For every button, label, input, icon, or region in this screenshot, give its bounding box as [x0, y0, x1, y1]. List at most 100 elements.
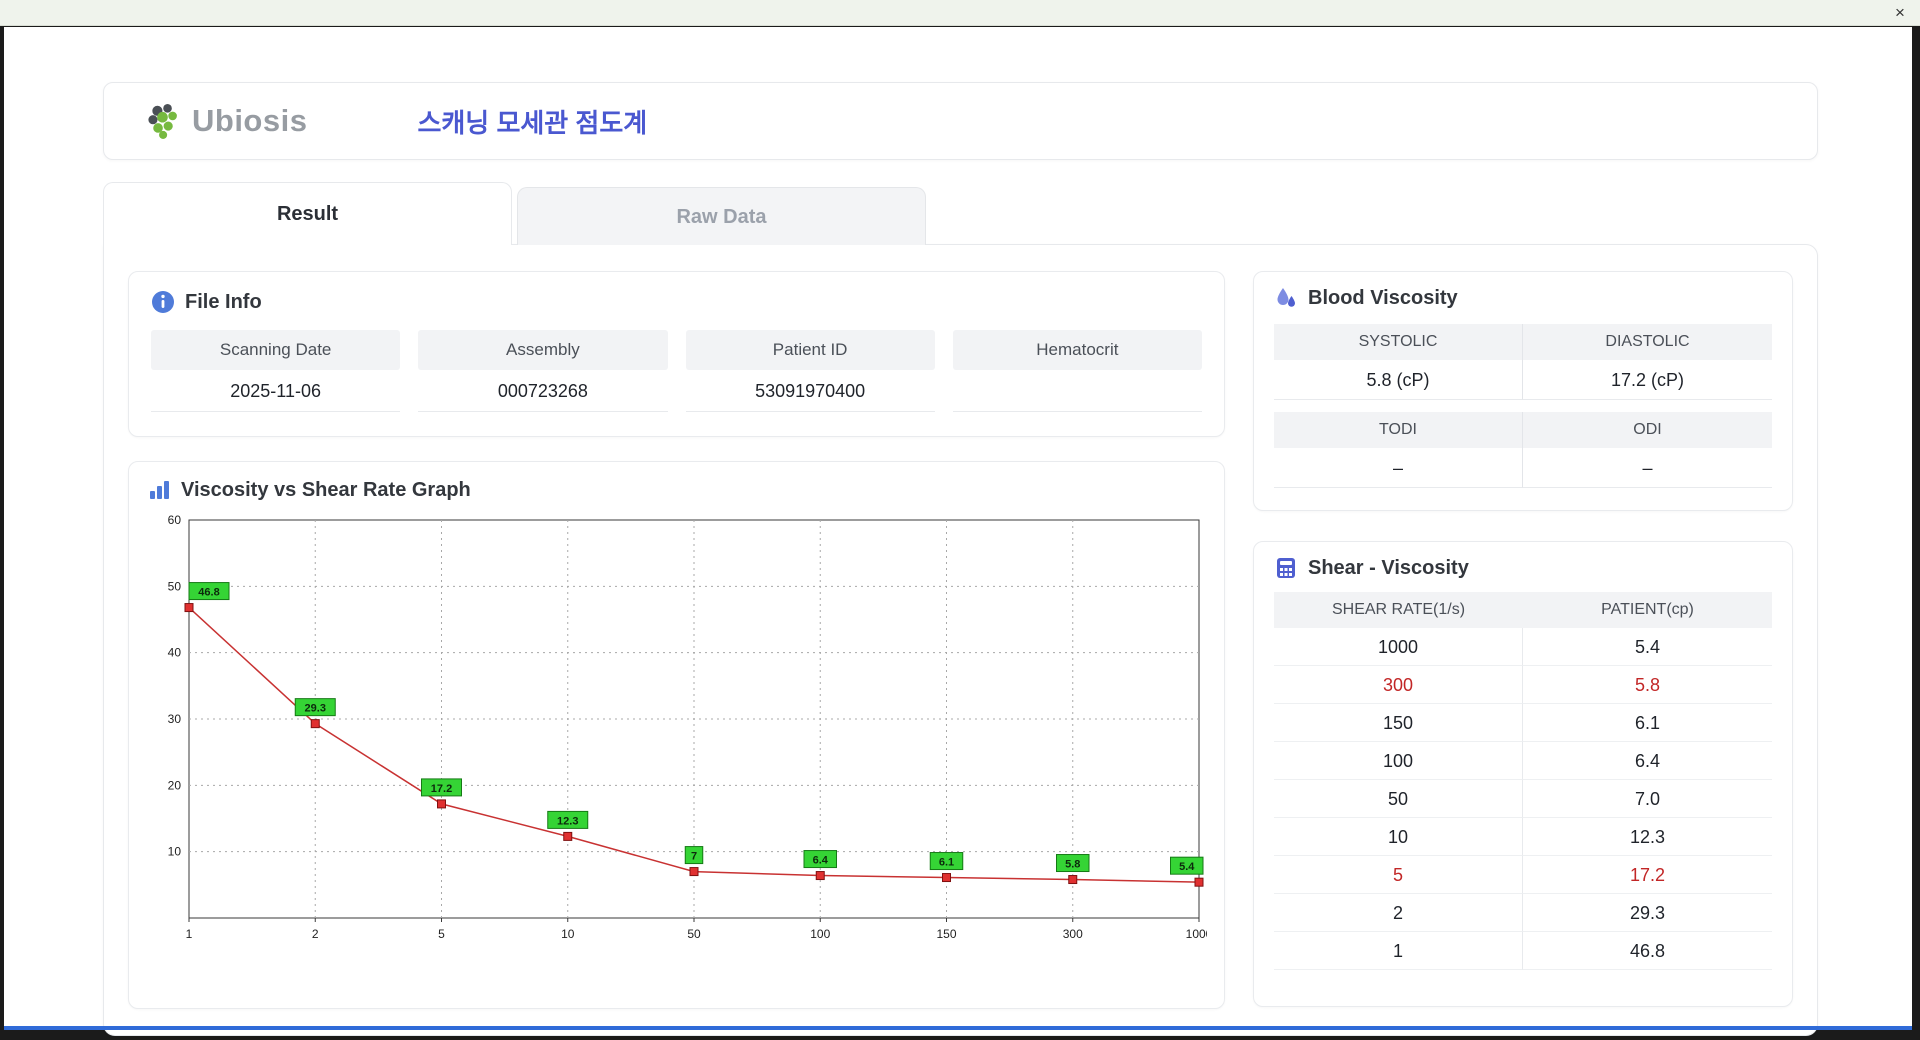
- tab-bar: Result Raw Data: [103, 182, 926, 247]
- blood-viscosity-grid: SYSTOLIC DIASTOLIC 5.8 (cP) 17.2 (cP) TO…: [1274, 324, 1772, 488]
- shear-viscosity-title: Shear - Viscosity: [1308, 556, 1469, 579]
- window-titlebar: ×: [0, 0, 1920, 26]
- file-info-field: Patient ID 53091970400: [685, 330, 935, 412]
- svg-text:10: 10: [168, 845, 182, 859]
- shear-rate-cell: 1000: [1274, 628, 1523, 666]
- svg-text:60: 60: [168, 513, 182, 527]
- col-shear-rate: SHEAR RATE(1/s): [1274, 592, 1523, 628]
- patient-cp-cell: 6.4: [1523, 742, 1772, 780]
- ubiosis-logo: Ubiosis: [146, 102, 307, 140]
- svg-text:5.4: 5.4: [1179, 861, 1195, 873]
- table-row: 1000 5.4: [1274, 628, 1772, 666]
- blood-viscosity-title: Blood Viscosity: [1308, 286, 1458, 309]
- svg-text:7: 7: [691, 851, 697, 863]
- window-bottom-accent: [4, 1026, 1912, 1030]
- systolic-value: 5.8 (cP): [1274, 360, 1523, 400]
- viscosity-chart: 10 20 30 40 50 60 1 2 5 10 50 100 150 300 1000 46.8 29.3…: [168, 513, 1213, 941]
- graph-panel: Viscosity vs Shear Rate Graph 10 20 30 40 50…: [128, 461, 1225, 1009]
- file-info-field: Scanning Date 2025-11-06: [151, 330, 401, 412]
- file-info-title: File Info: [185, 290, 262, 313]
- patient-cp-cell: 7.0: [1523, 780, 1772, 818]
- svg-text:1: 1: [186, 927, 193, 941]
- droplet-icon: [1274, 286, 1298, 310]
- svg-text:300: 300: [1063, 927, 1083, 941]
- app-window: Ubiosis 스캐닝 모세관 점도계 Result Raw Data File…: [4, 27, 1912, 1036]
- svg-text:2: 2: [312, 927, 319, 941]
- brand-name: Ubiosis: [192, 103, 308, 138]
- patient-cp-cell: 12.3: [1523, 818, 1772, 856]
- field-value: [952, 370, 1202, 412]
- file-info-field: Hematocrit: [952, 330, 1202, 412]
- graph-title: Viscosity vs Shear Rate Graph: [181, 478, 471, 501]
- field-value: 000723268: [418, 370, 668, 412]
- table-row: 10 12.3: [1274, 818, 1772, 856]
- shear-table-body: 1000 5.4 300 5.8 150 6.1 100 6.4 50 7.0 10 12.3 5 17.…: [1274, 628, 1772, 970]
- tab-raw-data[interactable]: Raw Data: [517, 187, 926, 245]
- field-label: Scanning Date: [151, 330, 401, 370]
- svg-text:150: 150: [936, 927, 956, 941]
- svg-text:40: 40: [168, 646, 182, 660]
- tab-result[interactable]: Result: [103, 182, 512, 247]
- shear-rate-cell: 50: [1274, 780, 1523, 818]
- patient-cp-cell: 17.2: [1523, 856, 1772, 894]
- file-info-fields: Scanning Date 2025-11-06 Assembly 000723268…: [151, 330, 1202, 412]
- info-icon: [151, 290, 175, 314]
- table-row: 100 6.4: [1274, 742, 1772, 780]
- grape-cluster-icon: [146, 102, 184, 140]
- table-row: 1 46.8: [1274, 932, 1772, 970]
- field-value: 53091970400: [685, 370, 935, 412]
- svg-text:5: 5: [438, 927, 445, 941]
- app-title: 스캐닝 모세관 점도계: [417, 107, 648, 138]
- table-row: 150 6.1: [1274, 704, 1772, 742]
- header-card: Ubiosis 스캐닝 모세관 점도계: [103, 82, 1818, 160]
- shear-viscosity-panel: Shear - Viscosity SHEAR RATE(1/s) PATIEN…: [1253, 541, 1793, 1007]
- svg-text:29.3: 29.3: [305, 703, 326, 715]
- patient-cp-cell: 6.1: [1523, 704, 1772, 742]
- window-close-button[interactable]: ×: [1888, 1, 1912, 25]
- svg-text:30: 30: [168, 712, 182, 726]
- diastolic-label: DIASTOLIC: [1523, 324, 1772, 360]
- svg-text:20: 20: [168, 778, 182, 792]
- shear-table-header: SHEAR RATE(1/s) PATIENT(cp): [1274, 592, 1772, 628]
- diastolic-value: 17.2 (cP): [1523, 360, 1772, 400]
- systolic-label: SYSTOLIC: [1274, 324, 1523, 360]
- shear-rate-cell: 2: [1274, 894, 1523, 932]
- svg-text:1000: 1000: [1186, 927, 1207, 941]
- shear-rate-cell: 10: [1274, 818, 1523, 856]
- table-row: 50 7.0: [1274, 780, 1772, 818]
- table-row: 2 29.3: [1274, 894, 1772, 932]
- patient-cp-cell: 5.8: [1523, 666, 1772, 704]
- file-info-panel: File Info Scanning Date 2025-11-06 Assembl…: [128, 271, 1225, 437]
- todi-value: –: [1274, 448, 1523, 488]
- result-content: File Info Scanning Date 2025-11-06 Assembl…: [103, 244, 1818, 1036]
- todi-label: TODI: [1274, 412, 1523, 448]
- svg-text:6.4: 6.4: [813, 855, 829, 867]
- shear-rate-cell: 300: [1274, 666, 1523, 704]
- shear-table: SHEAR RATE(1/s) PATIENT(cp) 1000 5.4 300 5.…: [1274, 592, 1772, 970]
- field-value: 2025-11-06: [151, 370, 401, 412]
- svg-text:46.8: 46.8: [198, 587, 219, 599]
- svg-text:100: 100: [810, 927, 830, 941]
- odi-value: –: [1523, 448, 1772, 488]
- shear-rate-cell: 150: [1274, 704, 1523, 742]
- blood-viscosity-panel: Blood Viscosity SYSTOLIC DIASTOLIC 5.8 (…: [1253, 271, 1793, 511]
- table-row: 300 5.8: [1274, 666, 1772, 704]
- patient-cp-cell: 5.4: [1523, 628, 1772, 666]
- patient-cp-cell: 29.3: [1523, 894, 1772, 932]
- svg-text:17.2: 17.2: [431, 783, 452, 795]
- shear-rate-cell: 100: [1274, 742, 1523, 780]
- svg-text:10: 10: [561, 927, 575, 941]
- file-info-field: Assembly 000723268: [418, 330, 668, 412]
- svg-text:50: 50: [168, 579, 182, 593]
- svg-text:6.1: 6.1: [939, 857, 954, 869]
- field-label: Hematocrit: [952, 330, 1202, 370]
- calculator-icon: [1274, 556, 1298, 580]
- shear-rate-cell: 1: [1274, 932, 1523, 970]
- odi-label: ODI: [1523, 412, 1772, 448]
- shear-rate-cell: 5: [1274, 856, 1523, 894]
- table-row: 5 17.2: [1274, 856, 1772, 894]
- svg-text:50: 50: [687, 927, 701, 941]
- field-label: Assembly: [418, 330, 668, 370]
- bar-chart-icon: [147, 478, 171, 502]
- svg-text:5.8: 5.8: [1065, 859, 1080, 871]
